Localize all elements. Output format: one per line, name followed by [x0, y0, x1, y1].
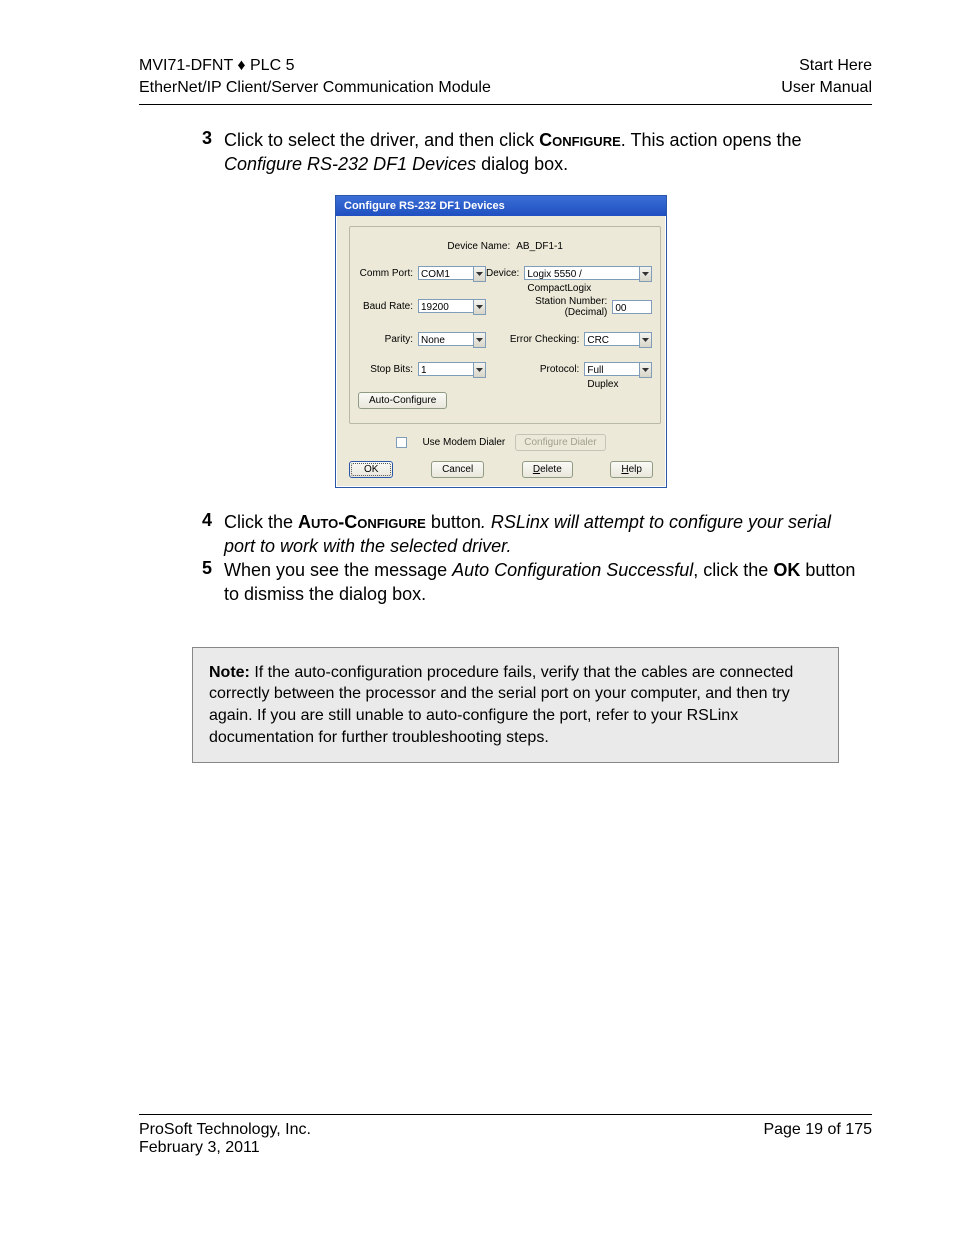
device-dropdown[interactable]: Logix 5550 / CompactLogix — [524, 266, 652, 282]
dialog-titlebar: Configure RS-232 DF1 Devices — [336, 196, 666, 216]
header-left-line1: MVI71-DFNT ♦ PLC 5 — [139, 55, 491, 77]
use-modem-label: Use Modem Dialer — [422, 437, 505, 448]
step4-post1: button — [426, 512, 481, 532]
delete-button[interactable]: Delete — [522, 461, 573, 478]
device-label: Device: — [486, 268, 524, 279]
protocol-label: Protocol: — [540, 364, 584, 375]
stopbits-label: Stop Bits: — [358, 364, 418, 375]
station-label-1: Station Number: — [535, 296, 607, 307]
chevron-down-icon[interactable] — [639, 362, 652, 378]
error-dropdown[interactable]: CRC — [584, 332, 652, 348]
footer-page: Page 19 of 175 — [763, 1121, 872, 1157]
step5-msg: Auto Configuration Successful — [452, 560, 693, 580]
chevron-down-icon[interactable] — [473, 362, 486, 378]
chevron-down-icon[interactable] — [639, 332, 652, 348]
station-input[interactable]: 00 — [612, 300, 652, 314]
configure-label: Configure — [539, 130, 621, 150]
step5-mid: , click the — [693, 560, 773, 580]
dialog-name: Configure RS-232 DF1 Devices — [224, 154, 476, 174]
ok-button[interactable]: OK — [349, 461, 393, 478]
baud-label: Baud Rate: — [358, 301, 418, 312]
note-text: If the auto-configuration procedure fail… — [209, 664, 793, 746]
baud-dropdown[interactable]: 19200 — [418, 299, 486, 315]
page-header: MVI71-DFNT ♦ PLC 5 EtherNet/IP Client/Se… — [139, 55, 872, 105]
auto-configure-button[interactable]: Auto-Configure — [358, 392, 447, 409]
cancel-button[interactable]: Cancel — [431, 461, 484, 478]
step3-pre: Click to select the driver, and then cli… — [224, 130, 539, 150]
help-button[interactable]: Help — [610, 461, 653, 478]
parity-dropdown[interactable]: None — [418, 332, 486, 348]
step5-pre: When you see the message — [224, 560, 452, 580]
parity-value: None — [418, 332, 473, 346]
note-label: Note: — [209, 664, 250, 681]
step3-post2: dialog box. — [476, 154, 568, 174]
device-name-value: AB_DF1-1 — [516, 241, 563, 252]
dialog-group: Device Name: AB_DF1-1 Comm Port: COM1 — [349, 226, 661, 424]
device-name-label: Device Name: — [447, 241, 510, 252]
footer-date: February 3, 2011 — [139, 1139, 311, 1157]
comm-port-dropdown[interactable]: COM1 — [418, 266, 486, 282]
protocol-value: Full Duplex — [584, 362, 639, 376]
step3-post1: . This action opens the — [621, 130, 802, 150]
step-3: 3 Click to select the driver, and then c… — [190, 128, 859, 177]
baud-value: 19200 — [418, 299, 473, 313]
use-modem-checkbox[interactable] — [396, 437, 407, 448]
note-box: Note: If the auto-configuration procedur… — [192, 647, 839, 763]
page-footer: ProSoft Technology, Inc. February 3, 201… — [139, 1114, 872, 1157]
chevron-down-icon[interactable] — [639, 266, 652, 282]
step4-pre: Click the — [224, 512, 298, 532]
chevron-down-icon[interactable] — [473, 332, 486, 348]
auto-configure-label: Auto-Configure — [298, 512, 426, 532]
comm-port-label: Comm Port: — [358, 268, 418, 279]
configure-dialog: Configure RS-232 DF1 Devices Device Name… — [335, 195, 667, 488]
step-5: 5 When you see the message Auto Configur… — [190, 558, 859, 607]
header-right-line2: User Manual — [781, 77, 872, 99]
header-right-line1: Start Here — [781, 55, 872, 77]
configure-dialer-button: Configure Dialer — [515, 434, 605, 451]
comm-port-value: COM1 — [418, 266, 473, 280]
header-left-line2: EtherNet/IP Client/Server Communication … — [139, 77, 491, 99]
device-value: Logix 5550 / CompactLogix — [524, 266, 639, 280]
chevron-down-icon[interactable] — [473, 299, 486, 315]
step-num: 3 — [190, 128, 212, 177]
error-value: CRC — [584, 332, 639, 346]
error-label: Error Checking: — [510, 334, 584, 345]
protocol-dropdown[interactable]: Full Duplex — [584, 362, 652, 378]
step-num: 5 — [190, 558, 212, 607]
footer-company: ProSoft Technology, Inc. — [139, 1121, 311, 1139]
parity-label: Parity: — [358, 334, 418, 345]
chevron-down-icon[interactable] — [473, 266, 486, 282]
stopbits-dropdown[interactable]: 1 — [418, 362, 486, 378]
stopbits-value: 1 — [418, 362, 473, 376]
step-4: 4 Click the Auto-Configure button. RSLin… — [190, 510, 859, 559]
page-content: 3 Click to select the driver, and then c… — [190, 128, 859, 763]
step5-ok: OK — [773, 560, 800, 580]
step-num: 4 — [190, 510, 212, 559]
station-label-2: (Decimal) — [565, 307, 608, 318]
